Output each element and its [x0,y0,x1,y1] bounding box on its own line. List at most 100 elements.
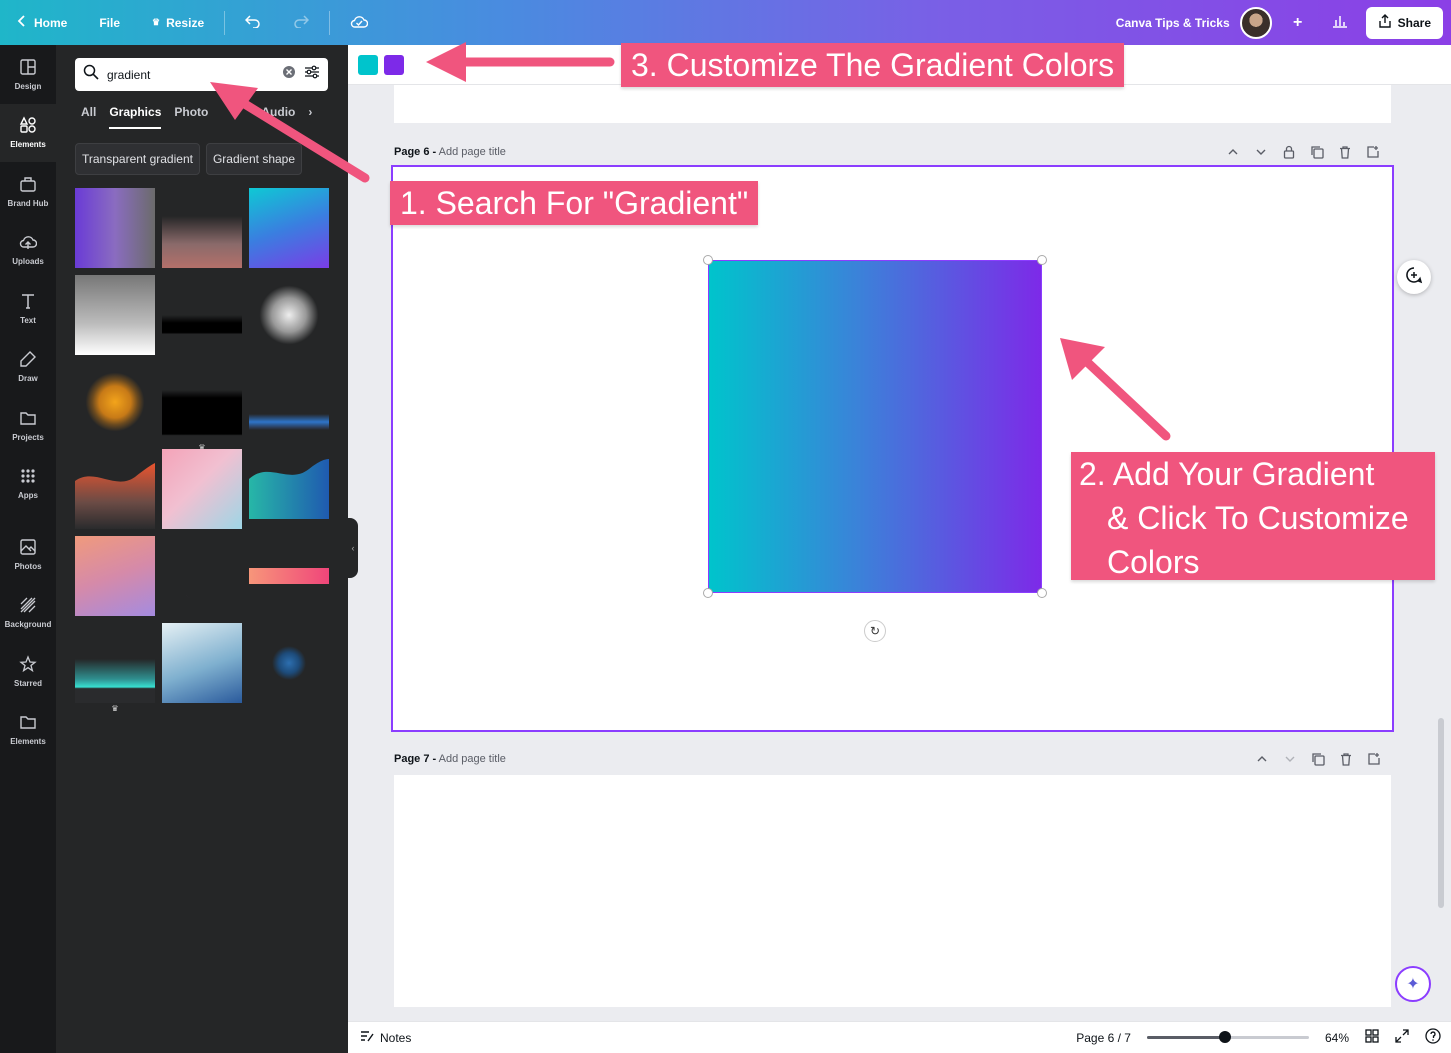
elements-panel: All Graphics Photo Audio › Transparent g… [56,45,348,1053]
divider [224,10,226,35]
rail-item-elements[interactable]: Elements [0,103,56,162]
filter-icon[interactable] [304,65,320,84]
page-indicator[interactable]: Page 6 / 7 [1076,1031,1131,1045]
page-title-input[interactable]: Add page title [439,753,506,765]
graphic-result[interactable] [249,188,329,268]
chevron-up-icon[interactable] [1226,145,1240,162]
file-menu[interactable]: File [83,0,136,45]
home-button[interactable]: Home [0,0,83,45]
graphic-result[interactable] [249,362,329,442]
trash-icon[interactable] [1338,145,1352,162]
comment-add-icon [1405,266,1423,289]
avatar[interactable] [1239,6,1272,39]
graphic-result[interactable]: ♛ [75,623,155,713]
zoom-slider-knob[interactable] [1218,1031,1231,1043]
clear-search-icon[interactable] [282,65,296,84]
resize-handle-top-right[interactable] [1037,255,1047,265]
duplicate-icon[interactable] [1311,752,1325,769]
collapse-panel-handle[interactable]: ‹ [348,518,358,578]
resize-handle-bottom-left[interactable] [703,588,713,598]
graphic-result[interactable]: ♛ [162,362,242,452]
rail-item-brand-hub[interactable]: Brand Hub [0,162,56,221]
image-icon [19,538,37,558]
zoom-slider[interactable] [1146,1031,1309,1043]
resize-handle-bottom-right[interactable] [1037,588,1047,598]
graphic-result[interactable] [249,275,329,355]
graphic-result[interactable] [75,362,155,442]
rail-label: Brand Hub [7,198,49,208]
resize-button[interactable]: ♛ Resize [136,0,220,45]
graphic-result[interactable] [75,188,155,268]
rail-label: Draw [18,374,38,384]
top-bar: Home File ♛ Resize Canva Tips & Tricks + [0,0,1451,45]
rail-item-projects[interactable]: Projects [0,396,56,455]
rail-item-draw[interactable]: Draw [0,338,56,397]
graphic-result[interactable] [162,188,242,268]
graphic-result[interactable] [162,623,242,703]
graphic-result[interactable] [75,449,155,529]
page-title-input[interactable]: Add page title [439,146,506,158]
rotate-handle[interactable]: ↻ [864,620,886,642]
notes-button[interactable]: Notes [348,1029,411,1046]
graphic-result[interactable] [249,449,329,529]
lock-icon[interactable] [1282,145,1296,162]
comment-button[interactable] [1397,260,1431,294]
share-button[interactable]: Share [1365,6,1443,39]
fullscreen-icon[interactable] [1395,1029,1409,1046]
gradient-color-swatch-2[interactable] [384,54,404,75]
horizontal-scrollbar[interactable] [348,1007,1451,1021]
insights-button[interactable] [1324,7,1356,39]
search-box[interactable] [75,58,328,91]
graphic-result[interactable] [162,536,242,616]
graphic-result[interactable] [249,623,329,703]
zoom-level[interactable]: 64% [1325,1031,1349,1045]
brand-icon [19,175,37,195]
graphic-result[interactable] [162,449,242,529]
trash-icon[interactable] [1339,752,1353,769]
tab-all[interactable]: All [81,105,96,129]
rotate-icon: ↻ [869,624,881,638]
left-rail: Design Elements Brand Hub Uploads Text D… [0,45,56,1053]
add-page-icon[interactable] [1366,145,1380,162]
redo-button[interactable] [277,0,325,45]
rail-item-photos[interactable]: Photos [0,525,56,584]
help-icon[interactable] [1425,1028,1441,1047]
gradient-element[interactable] [708,260,1042,593]
grid-view-icon[interactable] [1365,1029,1379,1046]
graphic-result[interactable] [249,536,329,616]
cloud-save-button[interactable] [334,0,384,45]
rail-item-text[interactable]: Text [0,279,56,338]
page-7-canvas[interactable] [394,775,1391,1007]
graphic-result[interactable] [162,275,242,355]
chevron-right-icon[interactable]: › [308,105,312,129]
rail-label: Text [20,315,36,325]
chevron-down-icon[interactable] [1283,752,1297,769]
tab-photos[interactable]: Photo [174,105,208,129]
rail-item-design[interactable]: Design [0,45,56,104]
tab-graphics[interactable]: Graphics [109,105,162,129]
resize-handle-top-left[interactable] [703,255,713,265]
rail-label: Photos [14,561,42,571]
duplicate-icon[interactable] [1310,145,1324,162]
graphic-result[interactable] [75,275,155,355]
chevron-down-icon[interactable] [1254,145,1268,162]
chip-transparent-gradient[interactable]: Transparent gradient [75,143,200,175]
vertical-scrollbar[interactable] [1438,718,1444,908]
rail-item-elements-folder[interactable]: Elements [0,701,56,760]
gradient-color-swatch-1[interactable] [358,54,378,75]
magic-assistant-button[interactable]: ✦ [1395,966,1431,1002]
chevron-up-icon[interactable] [1255,752,1269,769]
add-collaborator-button[interactable]: + [1282,7,1314,39]
search-input[interactable] [107,67,274,82]
page-label: Page 6 - [394,146,437,158]
tab-audio[interactable]: Audio [261,105,295,129]
team-name[interactable]: Canva Tips & Tricks [1116,16,1230,30]
add-page-icon[interactable] [1367,752,1381,769]
rail-item-apps[interactable]: Apps [0,455,56,514]
chip-gradient-shape[interactable]: Gradient shape [205,143,303,175]
rail-item-uploads[interactable]: Uploads [0,221,56,280]
graphic-result[interactable] [75,536,155,616]
undo-button[interactable] [229,0,277,45]
rail-item-starred[interactable]: Starred [0,642,56,701]
rail-item-background[interactable]: Background [0,584,56,643]
